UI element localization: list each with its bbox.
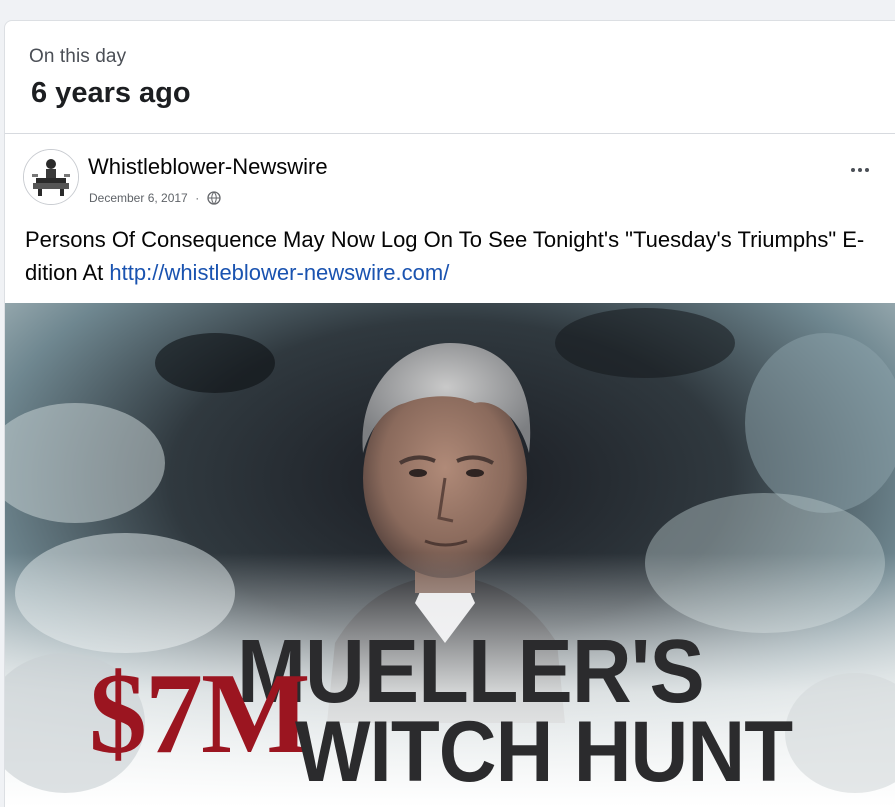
author-name[interactable]: Whistleblower-Newswire <box>88 154 328 180</box>
avatar-logo-icon <box>24 150 78 204</box>
post-text: Persons Of Consequence May Now Log On To… <box>25 223 875 289</box>
more-options-icon[interactable] <box>846 158 874 182</box>
top-strip <box>0 0 895 20</box>
post-link[interactable]: http://whistleblower-newswire.com/ <box>109 260 449 285</box>
memory-card: On this day 6 years ago Whistleblower-Ne… <box>4 20 895 807</box>
globe-icon <box>206 191 221 205</box>
memory-header: On this day 6 years ago <box>5 21 895 134</box>
post-image[interactable]: MUELLER'S $7M WITCH HUNT <box>5 303 895 807</box>
post-meta: December 6, 2017 · <box>89 189 221 205</box>
memory-title: 6 years ago <box>31 77 191 109</box>
meta-separator: · <box>195 190 200 205</box>
memory-kicker: On this day <box>29 46 127 67</box>
post-date[interactable]: December 6, 2017 <box>89 191 188 205</box>
headline-line2: WITCH HUNT <box>295 704 793 800</box>
headline-amount: $7M <box>89 650 310 778</box>
post-header: Whistleblower-Newswire December 6, 2017 … <box>5 134 895 214</box>
avatar[interactable] <box>23 149 79 205</box>
